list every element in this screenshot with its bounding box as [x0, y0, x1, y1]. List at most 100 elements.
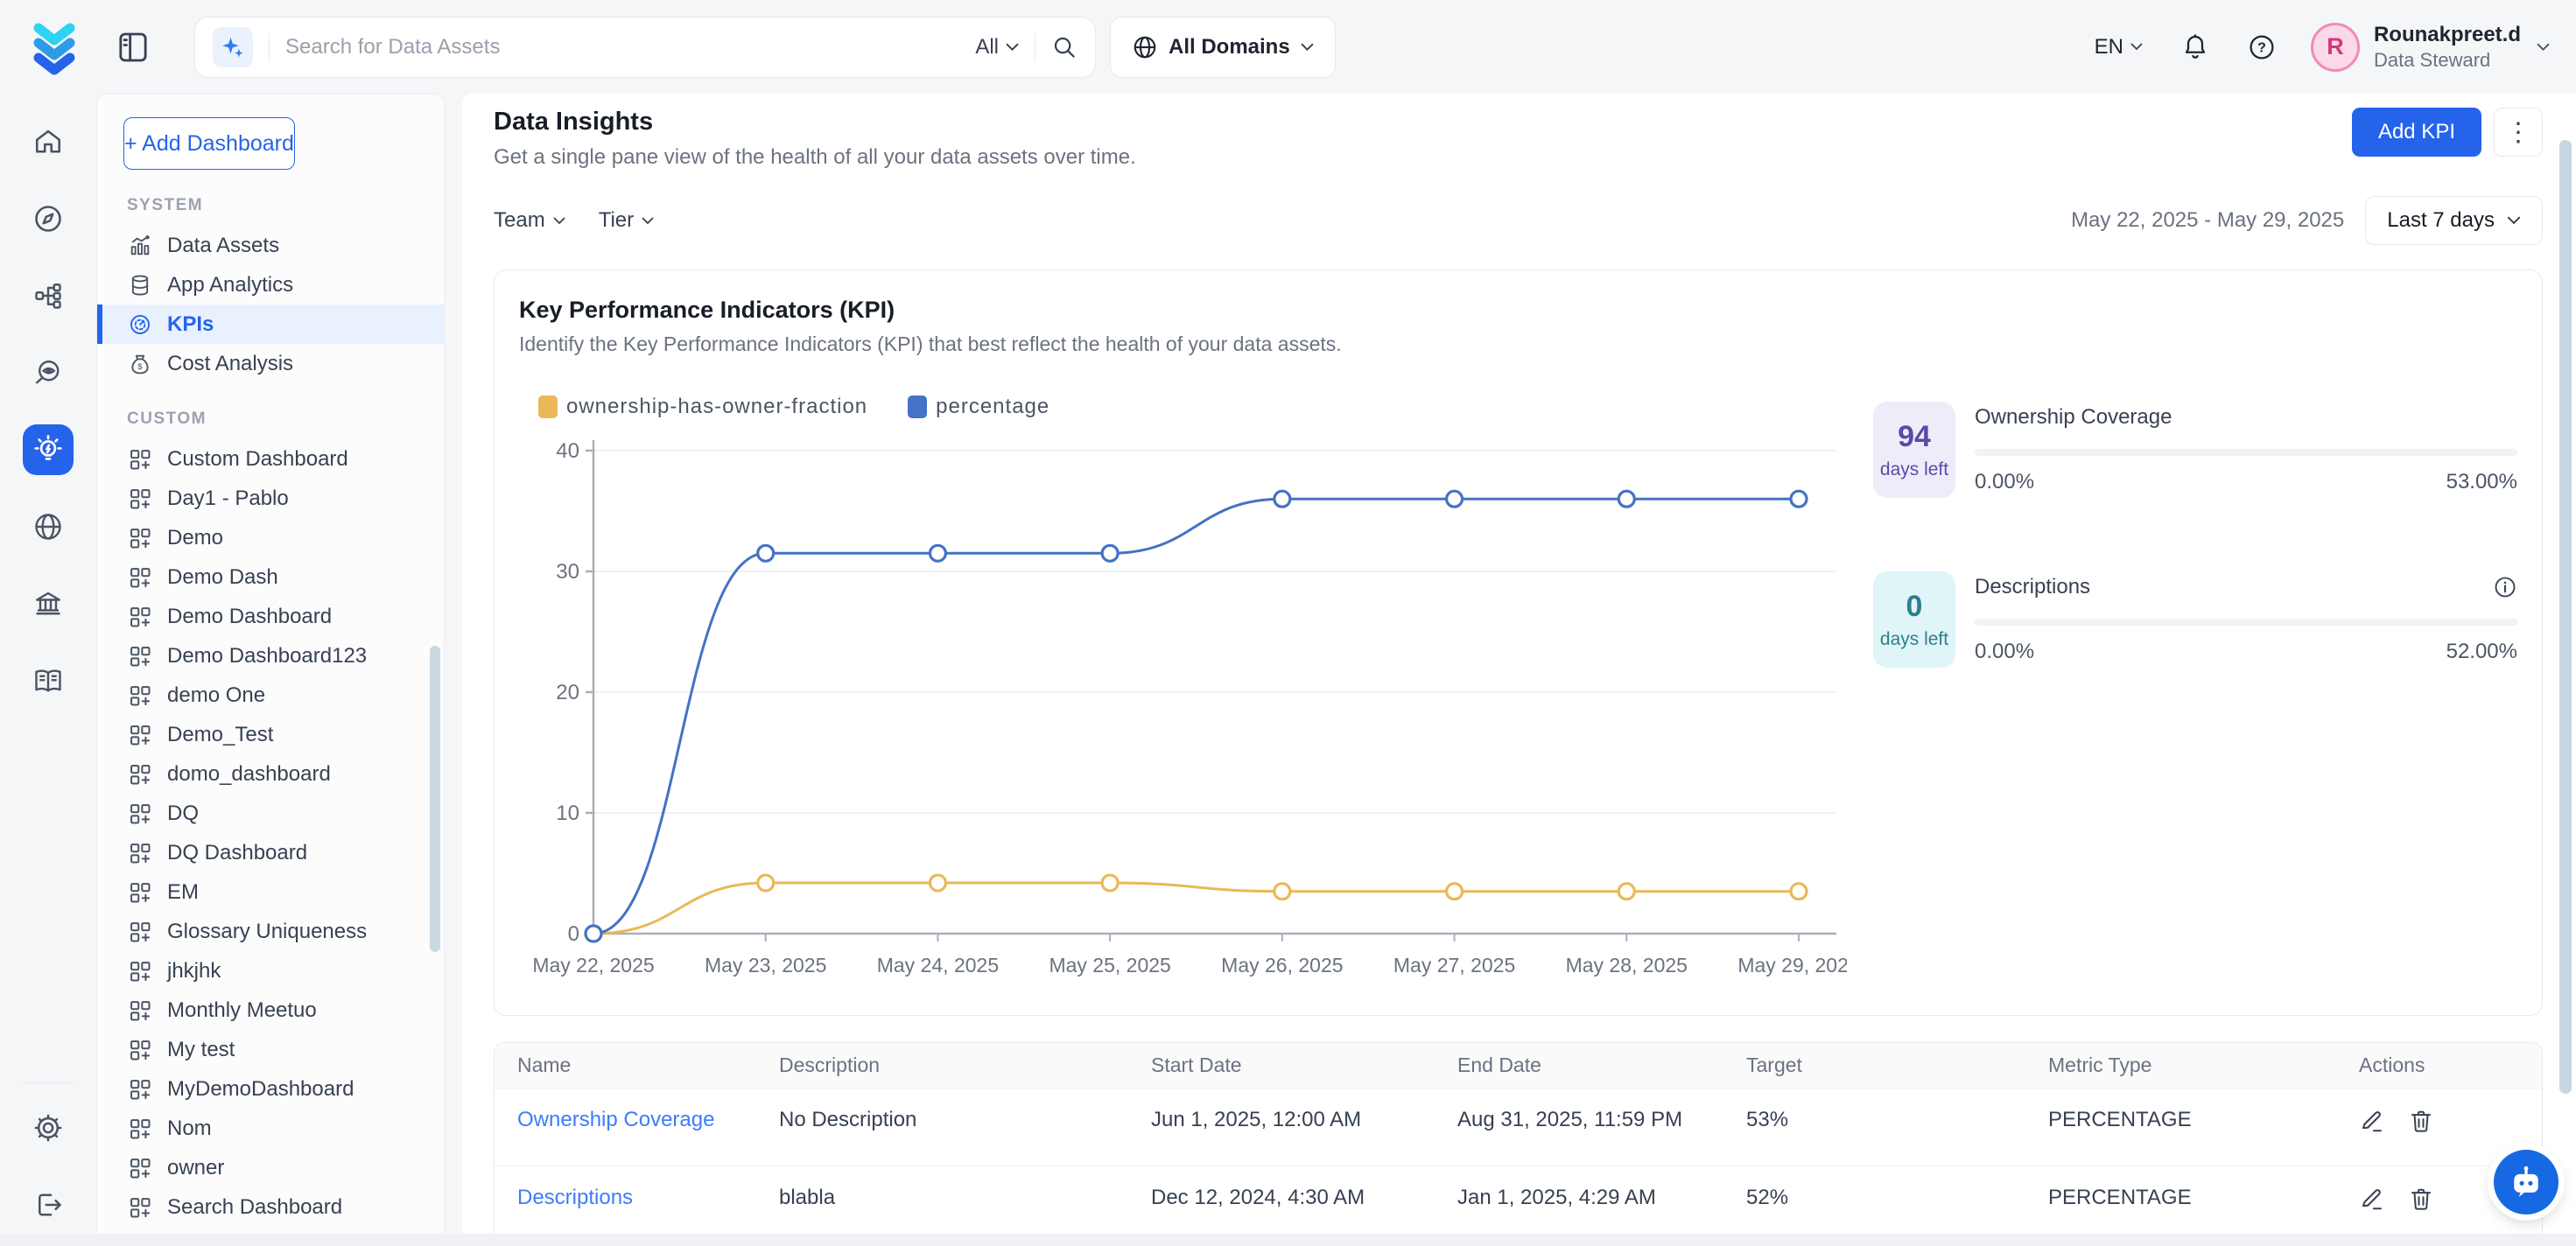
rail-bottom	[23, 1082, 74, 1230]
app-root: All All Domains EN	[0, 0, 2576, 1246]
add-dashboard-button[interactable]: + Add Dashboard	[123, 117, 295, 170]
sidebar-item-custom-dashboard[interactable]: Demo Dashboard	[97, 597, 444, 636]
user-name: Rounakpreet.d	[2374, 22, 2521, 48]
search-icon[interactable]	[1051, 34, 1077, 60]
discover-compass-icon[interactable]	[23, 193, 74, 244]
edit-pencil-icon[interactable]	[2359, 1186, 2385, 1212]
chart-bars-icon	[127, 234, 153, 258]
kpi-summary-column: 94 days left Ownership Coverage 0.00%	[1847, 391, 2517, 998]
cell-start-date: Dec 12, 2024, 4:30 AM	[1151, 1166, 1457, 1244]
team-filter-dropdown[interactable]: Team	[494, 208, 565, 233]
sidebar-scrollbar[interactable]	[430, 646, 440, 952]
logout-icon[interactable]	[23, 1180, 74, 1230]
kpi-section-title: Key Performance Indicators (KPI)	[519, 297, 2517, 324]
sidebar-item-kpis[interactable]: KPIs	[97, 304, 444, 344]
sidebar-item-custom-dashboard[interactable]: DQ	[97, 794, 444, 833]
sidebar-item-custom-dashboard[interactable]: My test	[97, 1030, 444, 1069]
kpi-name-link[interactable]: Ownership Coverage	[517, 1108, 714, 1131]
search-scope-dropdown[interactable]: All	[975, 35, 1019, 60]
lineage-icon[interactable]	[23, 270, 74, 321]
custom-dashboard-list: Custom Dashboard Day1 - Pablo	[97, 439, 444, 1227]
sidebar-item-custom-dashboard[interactable]: Day1 - Pablo	[97, 479, 444, 518]
chatbot-widget[interactable]	[2494, 1150, 2558, 1214]
sidebar-item-custom-dashboard[interactable]: Demo	[97, 518, 444, 557]
info-icon[interactable]	[2493, 575, 2517, 599]
tier-filter-label: Tier	[599, 208, 634, 233]
chevron-down-icon	[553, 217, 565, 225]
add-kpi-button[interactable]: Add KPI	[2352, 108, 2481, 157]
cell-metric-type: PERCENTAGE	[2048, 1166, 2359, 1244]
dashboard-grid-icon	[127, 644, 153, 668]
col-header-start-date: Start Date	[1151, 1043, 1457, 1088]
sidebar-item-custom-dashboard[interactable]: Monthly Meetuo	[97, 990, 444, 1030]
sidebar-item-custom-dashboard[interactable]: Custom Dashboard	[97, 439, 444, 479]
cell-end-date: Jan 1, 2025, 4:29 AM	[1457, 1166, 1746, 1244]
sidebar-item-custom-dashboard[interactable]: Nom	[97, 1109, 444, 1148]
sidebar-item-label: Monthly Meetuo	[167, 998, 317, 1023]
page-scrollbar[interactable]	[2559, 140, 2572, 1094]
home-icon[interactable]	[23, 116, 74, 167]
main-content: Data Insights Get a single pane view of …	[462, 94, 2576, 1246]
legend-item[interactable]: percentage	[908, 395, 1049, 419]
settings-gear-icon[interactable]	[23, 1102, 74, 1153]
user-role: Data Steward	[2374, 48, 2521, 73]
dashboard-grid-icon	[127, 447, 153, 472]
sidebar-item-custom-dashboard[interactable]: Demo_Test	[97, 715, 444, 754]
sidebar-toggle-icon[interactable]	[116, 27, 151, 67]
insights-icon[interactable]	[23, 424, 74, 475]
delete-trash-icon[interactable]	[2408, 1186, 2434, 1212]
svg-text:10: 10	[556, 802, 579, 825]
table-row: Descriptions blabla Dec 12, 2024, 4:30 A…	[495, 1166, 2542, 1244]
delete-trash-icon[interactable]	[2408, 1108, 2434, 1134]
sidebar-item-cost-analysis[interactable]: $ Cost Analysis	[97, 344, 444, 383]
legend-swatch	[908, 396, 927, 418]
sidebar-item-custom-dashboard[interactable]: Glossary Uniqueness	[97, 912, 444, 951]
svg-text:20: 20	[556, 681, 579, 704]
kpi-name-link[interactable]: Descriptions	[517, 1186, 633, 1209]
bottom-scrollbar-track	[0, 1234, 2576, 1246]
table-header-row: Name Description Start Date End Date Tar…	[495, 1043, 2542, 1088]
domains-dropdown[interactable]: All Domains	[1110, 17, 1336, 78]
notifications-bell-icon[interactable]	[2181, 33, 2209, 61]
glossary-book-icon[interactable]	[23, 655, 74, 706]
date-range-selector[interactable]: Last 7 days	[2365, 196, 2543, 245]
date-range-selector-label: Last 7 days	[2387, 208, 2495, 233]
sidebar-item-custom-dashboard[interactable]: EM	[97, 872, 444, 912]
sidebar-item-label: My test	[167, 1038, 235, 1062]
legend-item[interactable]: ownership-has-owner-fraction	[538, 395, 867, 419]
search-input[interactable]	[285, 35, 975, 60]
app-logo-icon[interactable]	[26, 19, 82, 75]
page-title: Data Insights	[494, 108, 1136, 136]
sidebar-item-app-analytics[interactable]: App Analytics	[97, 265, 444, 304]
sidebar-item-label: Glossary Uniqueness	[167, 920, 367, 944]
user-menu[interactable]: Rounakpreet.d Data Steward	[2374, 22, 2521, 73]
sidebar-item-custom-dashboard[interactable]: owner	[97, 1148, 444, 1187]
language-dropdown[interactable]: EN	[2095, 35, 2143, 60]
tier-filter-dropdown[interactable]: Tier	[599, 208, 654, 233]
profile-search-icon[interactable]	[23, 347, 74, 398]
governance-bank-icon[interactable]	[23, 578, 74, 629]
sidebar-item-data-assets[interactable]: Data Assets	[97, 226, 444, 265]
sidebar-item-custom-dashboard[interactable]: MyDemoDashboard	[97, 1069, 444, 1109]
sidebar-item-custom-dashboard[interactable]: Demo Dashboard123	[97, 636, 444, 676]
user-menu-chevron-icon[interactable]	[2537, 43, 2550, 52]
globe-domains-icon[interactable]	[23, 501, 74, 552]
kpi-summary-title: Ownership Coverage	[1975, 405, 2172, 430]
help-icon[interactable]: ?	[2248, 33, 2276, 61]
sidebar-item-label: Cost Analysis	[167, 352, 293, 376]
sidebar-item-custom-dashboard[interactable]: DQ Dashboard	[97, 833, 444, 872]
sidebar-item-custom-dashboard[interactable]: jhkjhk	[97, 951, 444, 990]
sidebar-item-custom-dashboard[interactable]: domo_dashboard	[97, 754, 444, 794]
kebab-menu-button[interactable]: ⋮	[2494, 108, 2543, 157]
sidebar-item-custom-dashboard[interactable]: Demo Dash	[97, 557, 444, 597]
divider	[269, 32, 270, 62]
progress-current: 0.00%	[1975, 640, 2034, 664]
edit-pencil-icon[interactable]	[2359, 1108, 2385, 1134]
col-header-target: Target	[1746, 1043, 2048, 1088]
ai-sparkle-icon[interactable]	[213, 27, 253, 67]
sidebar-item-custom-dashboard[interactable]: Search Dashboard	[97, 1187, 444, 1227]
dashboard-grid-icon	[127, 1038, 153, 1062]
dashboard-grid-icon	[127, 565, 153, 590]
user-avatar[interactable]: R	[2311, 23, 2360, 72]
sidebar-item-custom-dashboard[interactable]: demo One	[97, 676, 444, 715]
